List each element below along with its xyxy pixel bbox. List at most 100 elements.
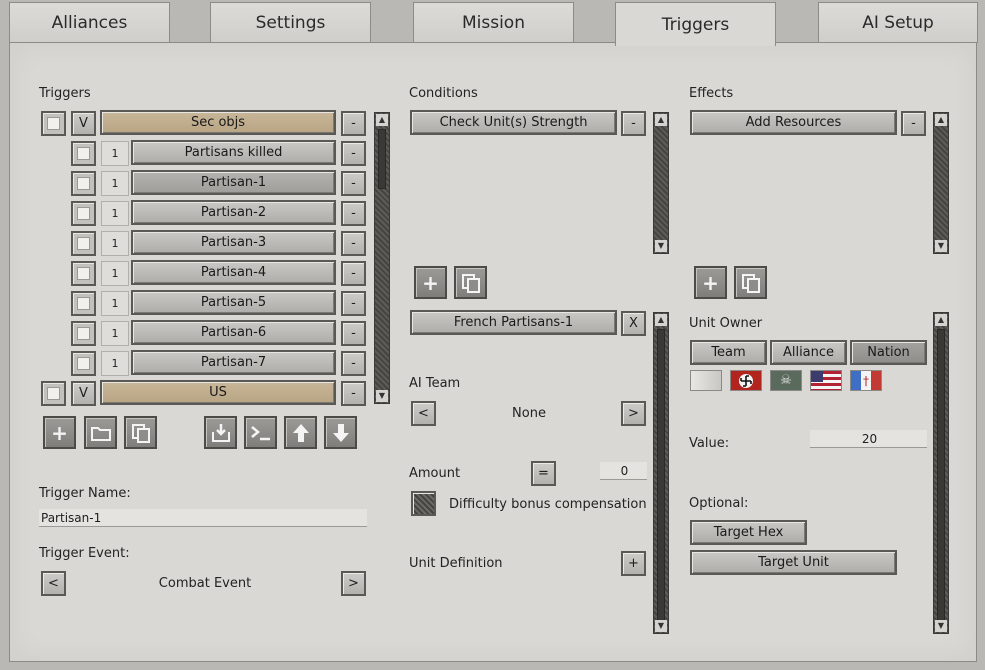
- trigger-group-checkbox[interactable]: [41, 381, 66, 406]
- difficulty-checkbox[interactable]: [411, 491, 436, 516]
- trigger-item[interactable]: Partisans killed: [131, 140, 336, 165]
- scroll-thumb[interactable]: [378, 129, 386, 189]
- move-up-button[interactable]: [284, 416, 317, 449]
- tab-alliances[interactable]: Alliances: [9, 2, 170, 43]
- remove-group-button[interactable]: -: [341, 381, 366, 406]
- effect-params-scrollbar[interactable]: ▲ ▼: [933, 312, 949, 634]
- scroll-down-icon[interactable]: ▼: [935, 620, 947, 632]
- remove-effect-button[interactable]: -: [901, 111, 926, 136]
- amount-operator-button[interactable]: =: [531, 461, 556, 486]
- scroll-down-icon[interactable]: ▼: [376, 390, 388, 402]
- scroll-down-icon[interactable]: ▼: [655, 240, 667, 252]
- move-down-button[interactable]: [324, 416, 357, 449]
- remove-trigger-button[interactable]: -: [341, 351, 366, 376]
- add-effect-button[interactable]: +: [694, 266, 727, 299]
- remove-condition-button[interactable]: -: [621, 111, 646, 136]
- scroll-up-icon[interactable]: ▲: [376, 114, 388, 126]
- trigger-checkbox[interactable]: [71, 231, 96, 256]
- trigger-count: 1: [101, 201, 129, 226]
- trigger-group-us[interactable]: US: [100, 380, 336, 405]
- remove-trigger-button[interactable]: -: [341, 201, 366, 226]
- usa-flag-icon[interactable]: [810, 370, 842, 391]
- france-cross-flag-icon[interactable]: †: [850, 370, 882, 391]
- copy-effect-button[interactable]: [734, 266, 767, 299]
- trigger-item[interactable]: Partisan-4: [131, 260, 336, 285]
- scroll-up-icon[interactable]: ▲: [935, 314, 947, 326]
- remove-trigger-button[interactable]: -: [341, 321, 366, 346]
- effects-scrollbar[interactable]: ▲ ▼: [933, 112, 949, 254]
- germany-flag-icon[interactable]: [730, 370, 762, 391]
- tab-settings[interactable]: Settings: [210, 2, 371, 43]
- tab-triggers[interactable]: Triggers: [615, 2, 776, 46]
- trigger-item-selected[interactable]: Partisan-1: [131, 170, 336, 195]
- effects-heading: Effects: [689, 86, 734, 101]
- console-icon: [250, 425, 270, 440]
- copy-icon: [131, 423, 150, 443]
- trigger-group-checkbox[interactable]: [41, 111, 66, 136]
- copy-condition-button[interactable]: [454, 266, 487, 299]
- scroll-down-icon[interactable]: ▼: [935, 240, 947, 252]
- selected-unit-button[interactable]: French Partisans-1: [410, 310, 617, 335]
- skull-flag-icon[interactable]: ☠: [770, 370, 802, 391]
- tab-ai-setup[interactable]: AI Setup: [818, 2, 978, 43]
- trigger-checkbox[interactable]: [71, 261, 96, 286]
- arrow-down-icon: [332, 423, 349, 442]
- event-next-button[interactable]: >: [341, 571, 366, 596]
- trigger-group-sec-objs[interactable]: Sec objs: [100, 110, 336, 135]
- amount-label: Amount: [409, 466, 461, 481]
- tab-mission[interactable]: Mission: [413, 2, 574, 43]
- trigger-checkbox[interactable]: [71, 171, 96, 196]
- condition-params-scrollbar[interactable]: ▲ ▼: [653, 312, 669, 634]
- scroll-down-icon[interactable]: ▼: [655, 620, 667, 632]
- effect-item[interactable]: Add Resources: [690, 110, 897, 135]
- trigger-item[interactable]: Partisan-2: [131, 200, 336, 225]
- value-input[interactable]: 20: [810, 430, 927, 448]
- trigger-name-label: Trigger Name:: [39, 486, 131, 501]
- amount-input[interactable]: 0: [600, 462, 647, 480]
- scroll-thumb[interactable]: [937, 329, 945, 621]
- ai-team-prev-button[interactable]: <: [411, 401, 436, 426]
- remove-trigger-button[interactable]: -: [341, 231, 366, 256]
- remove-group-button[interactable]: -: [341, 111, 366, 136]
- import-button[interactable]: [204, 416, 237, 449]
- trigger-checkbox[interactable]: [71, 321, 96, 346]
- remove-trigger-button[interactable]: -: [341, 291, 366, 316]
- scroll-up-icon[interactable]: ▲: [935, 114, 947, 126]
- conditions-scrollbar[interactable]: ▲ ▼: [653, 112, 669, 254]
- unit-definition-label: Unit Definition: [409, 556, 503, 571]
- trigger-item[interactable]: Partisan-6: [131, 320, 336, 345]
- owner-alliance-button[interactable]: Alliance: [770, 340, 847, 365]
- trigger-group-toggle[interactable]: V: [71, 111, 96, 136]
- remove-trigger-button[interactable]: -: [341, 141, 366, 166]
- ai-team-next-button[interactable]: >: [621, 401, 646, 426]
- remove-trigger-button[interactable]: -: [341, 261, 366, 286]
- condition-item[interactable]: Check Unit(s) Strength: [410, 110, 617, 135]
- unit-definition-add-button[interactable]: +: [621, 551, 646, 576]
- trigger-group-toggle[interactable]: V: [71, 381, 96, 406]
- scroll-thumb[interactable]: [657, 329, 665, 621]
- trigger-checkbox[interactable]: [71, 201, 96, 226]
- copy-trigger-button[interactable]: [124, 416, 157, 449]
- console-button[interactable]: [244, 416, 277, 449]
- clear-unit-button[interactable]: X: [621, 311, 646, 336]
- target-hex-button[interactable]: Target Hex: [690, 520, 807, 545]
- scroll-up-icon[interactable]: ▲: [655, 114, 667, 126]
- trigger-item[interactable]: Partisan-7: [131, 350, 336, 375]
- trigger-item[interactable]: Partisan-3: [131, 230, 336, 255]
- trigger-name-input[interactable]: Partisan-1: [39, 509, 367, 527]
- event-prev-button[interactable]: <: [41, 571, 66, 596]
- trigger-checkbox[interactable]: [71, 141, 96, 166]
- owner-team-button[interactable]: Team: [690, 340, 767, 365]
- scroll-up-icon[interactable]: ▲: [655, 314, 667, 326]
- target-unit-button[interactable]: Target Unit: [690, 550, 897, 575]
- owner-nation-button[interactable]: Nation: [850, 340, 927, 365]
- add-trigger-button[interactable]: +: [43, 416, 76, 449]
- trigger-checkbox[interactable]: [71, 291, 96, 316]
- trigger-item[interactable]: Partisan-5: [131, 290, 336, 315]
- triggers-scrollbar[interactable]: ▲ ▼: [374, 112, 390, 404]
- add-folder-button[interactable]: [84, 416, 117, 449]
- trigger-checkbox[interactable]: [71, 351, 96, 376]
- none-flag-icon[interactable]: [690, 370, 722, 391]
- add-condition-button[interactable]: +: [414, 266, 447, 299]
- remove-trigger-button[interactable]: -: [341, 171, 366, 196]
